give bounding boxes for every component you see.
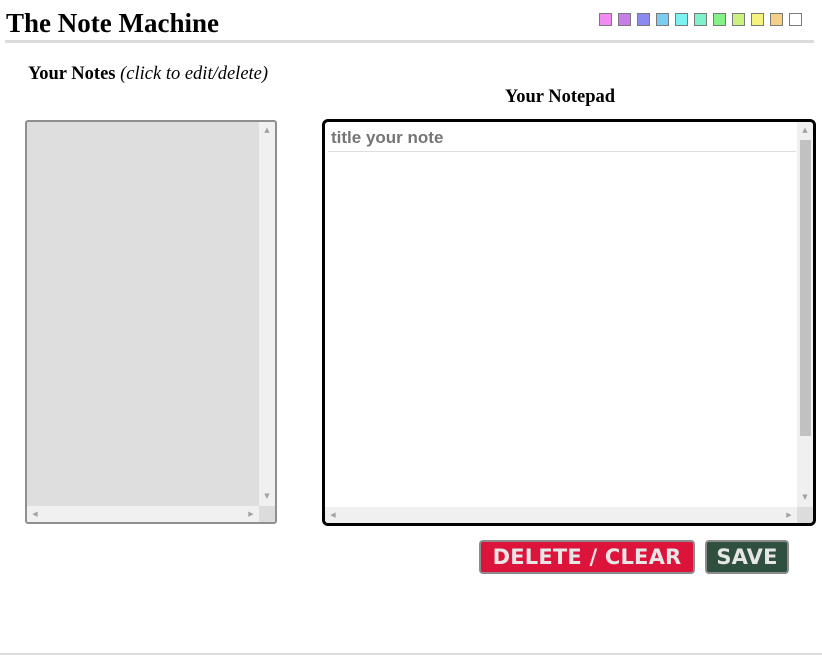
app-header: The Note Machine: [5, 0, 814, 44]
delete-clear-button[interactable]: DELETE / CLEAR: [479, 540, 695, 574]
scroll-up-arrow-icon[interactable]: ▲: [262, 125, 272, 135]
color-swatch-aquamarine[interactable]: [694, 13, 707, 26]
scroll-right-arrow-icon[interactable]: ▶: [246, 509, 256, 519]
scrollbar-corner: [797, 507, 813, 523]
color-swatch-white[interactable]: [789, 13, 802, 26]
notes-list-horizontal-scrollbar[interactable]: ◀ ▶: [27, 506, 259, 522]
color-swatch-picker: [599, 13, 802, 26]
scroll-down-arrow-icon[interactable]: ▼: [800, 492, 810, 502]
color-swatch-periwinkle[interactable]: [637, 13, 650, 26]
notes-list-vertical-scrollbar[interactable]: ▲ ▼: [259, 122, 275, 506]
scrollbar-thumb[interactable]: [800, 140, 811, 436]
notepad: ▲ ▼ ◀ ▶: [322, 119, 816, 526]
note-body-textarea[interactable]: [328, 158, 797, 507]
app-title: The Note Machine: [6, 8, 219, 38]
notes-heading-hint: (click to edit/delete): [120, 64, 269, 84]
color-swatch-peach[interactable]: [770, 13, 783, 26]
notes-heading: Your Notes (click to edit/delete): [22, 63, 274, 85]
header-divider: [5, 40, 814, 43]
save-button[interactable]: SAVE: [705, 540, 789, 574]
notes-heading-title: Your Notes: [27, 64, 116, 84]
scroll-up-arrow-icon[interactable]: ▲: [800, 125, 810, 135]
note-title-input[interactable]: [328, 125, 796, 152]
notes-list[interactable]: ▲ ▼ ◀ ▶: [25, 120, 277, 524]
scroll-down-arrow-icon[interactable]: ▼: [262, 491, 272, 501]
scroll-left-arrow-icon[interactable]: ◀: [30, 509, 40, 519]
notepad-vertical-scrollbar[interactable]: ▲ ▼: [797, 122, 813, 507]
color-swatch-lime[interactable]: [732, 13, 745, 26]
color-swatch-pink[interactable]: [599, 13, 612, 26]
notepad-horizontal-scrollbar[interactable]: ◀ ▶: [325, 507, 797, 523]
color-swatch-yellow[interactable]: [751, 13, 764, 26]
scroll-right-arrow-icon[interactable]: ▶: [784, 510, 794, 520]
scrollbar-corner: [259, 506, 275, 522]
color-swatch-sky-blue[interactable]: [656, 13, 669, 26]
scroll-left-arrow-icon[interactable]: ◀: [328, 510, 338, 520]
color-swatch-cyan[interactable]: [675, 13, 688, 26]
notepad-heading: Your Notepad: [504, 87, 616, 107]
color-swatch-violet[interactable]: [618, 13, 631, 26]
color-swatch-green[interactable]: [713, 13, 726, 26]
